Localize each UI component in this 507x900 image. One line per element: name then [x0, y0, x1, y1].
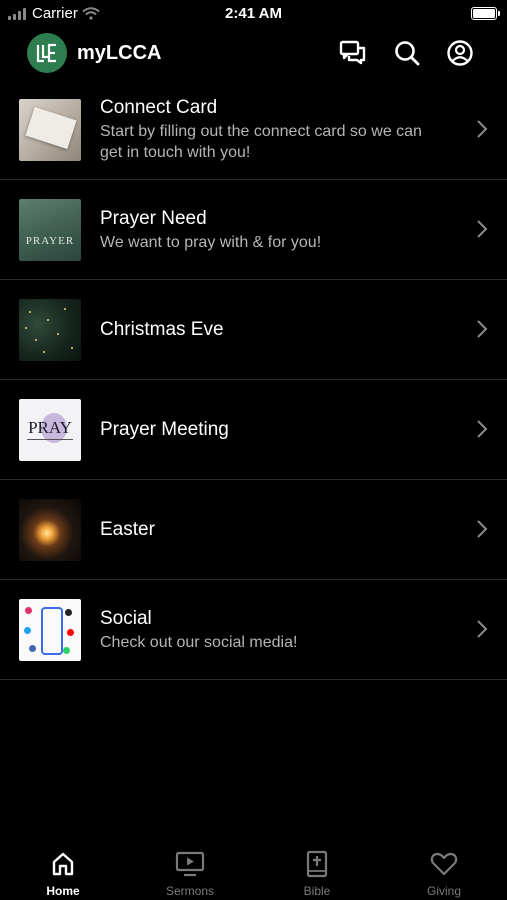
social-thumbnail [19, 599, 81, 661]
chevron-right-icon [477, 620, 488, 638]
item-title: Prayer Need [100, 207, 207, 229]
chevron-right-icon [477, 120, 488, 138]
prayer-thumb-text: PRAYER [25, 235, 75, 247]
bible-icon [306, 850, 328, 878]
home-icon [52, 852, 74, 876]
item-title: Christmas Eve [100, 318, 224, 340]
item-title: Easter [100, 518, 155, 540]
list-item-christmas-eve[interactable]: Christmas Eve [0, 280, 507, 380]
chevron-right-icon [477, 320, 488, 338]
status-time: 2:41 AM [225, 5, 282, 22]
tab-home[interactable]: Home [0, 838, 126, 900]
chevron-right-icon [477, 220, 488, 238]
sermons-icon [175, 851, 205, 877]
chevron-right-icon [477, 420, 488, 438]
item-subtitle: Start by filling out the connect card so… [100, 123, 422, 161]
list-item-easter[interactable]: Easter [0, 480, 507, 580]
tab-sermons[interactable]: Sermons [127, 838, 253, 900]
prayer-need-thumbnail: PRAYER [19, 199, 81, 261]
list-item-prayer-meeting[interactable]: PRAY Prayer Meeting [0, 380, 507, 480]
prayer-meeting-thumbnail: PRAY [19, 399, 81, 461]
item-title: Connect Card [100, 97, 218, 118]
chevron-right-icon [477, 520, 488, 538]
item-subtitle: We want to pray with & for you! [100, 233, 322, 251]
content-list: Connect Card Start by filling out the co… [0, 80, 507, 680]
easter-thumbnail [19, 499, 81, 561]
battery-icon [471, 7, 500, 20]
messages-icon[interactable] [338, 38, 368, 68]
tab-label: Bible [303, 884, 331, 898]
list-item-social[interactable]: Social Check out our social media! [0, 580, 507, 680]
tab-bible[interactable]: Bible [254, 838, 380, 900]
christmas-eve-thumbnail [19, 299, 81, 361]
app-logo-icon[interactable] [27, 33, 67, 73]
connect-card-thumbnail [19, 99, 81, 161]
item-title: Prayer Meeting [100, 418, 229, 440]
item-title: Social [100, 607, 152, 629]
profile-icon[interactable] [445, 38, 475, 68]
tab-label: Giving [426, 884, 461, 898]
tab-bar: Home Sermons Bible Giving [0, 838, 507, 900]
app-title: myLCCA [77, 42, 162, 64]
status-bar: Carrier 2:41 AM [0, 0, 507, 28]
search-icon[interactable] [392, 38, 422, 68]
heart-icon [430, 852, 458, 876]
pray-thumb-text: PRAY [28, 418, 72, 437]
list-item-prayer-need[interactable]: PRAYER Prayer Need We want to pray with … [0, 180, 507, 280]
item-subtitle: Check out our social media! [100, 633, 298, 651]
list-item-connect-card[interactable]: Connect Card Start by filling out the co… [0, 80, 507, 180]
tab-giving[interactable]: Giving [381, 838, 507, 900]
app-header: myLCCA [0, 30, 507, 80]
tab-label: Home [46, 884, 80, 898]
tab-label: Sermons [165, 884, 215, 898]
